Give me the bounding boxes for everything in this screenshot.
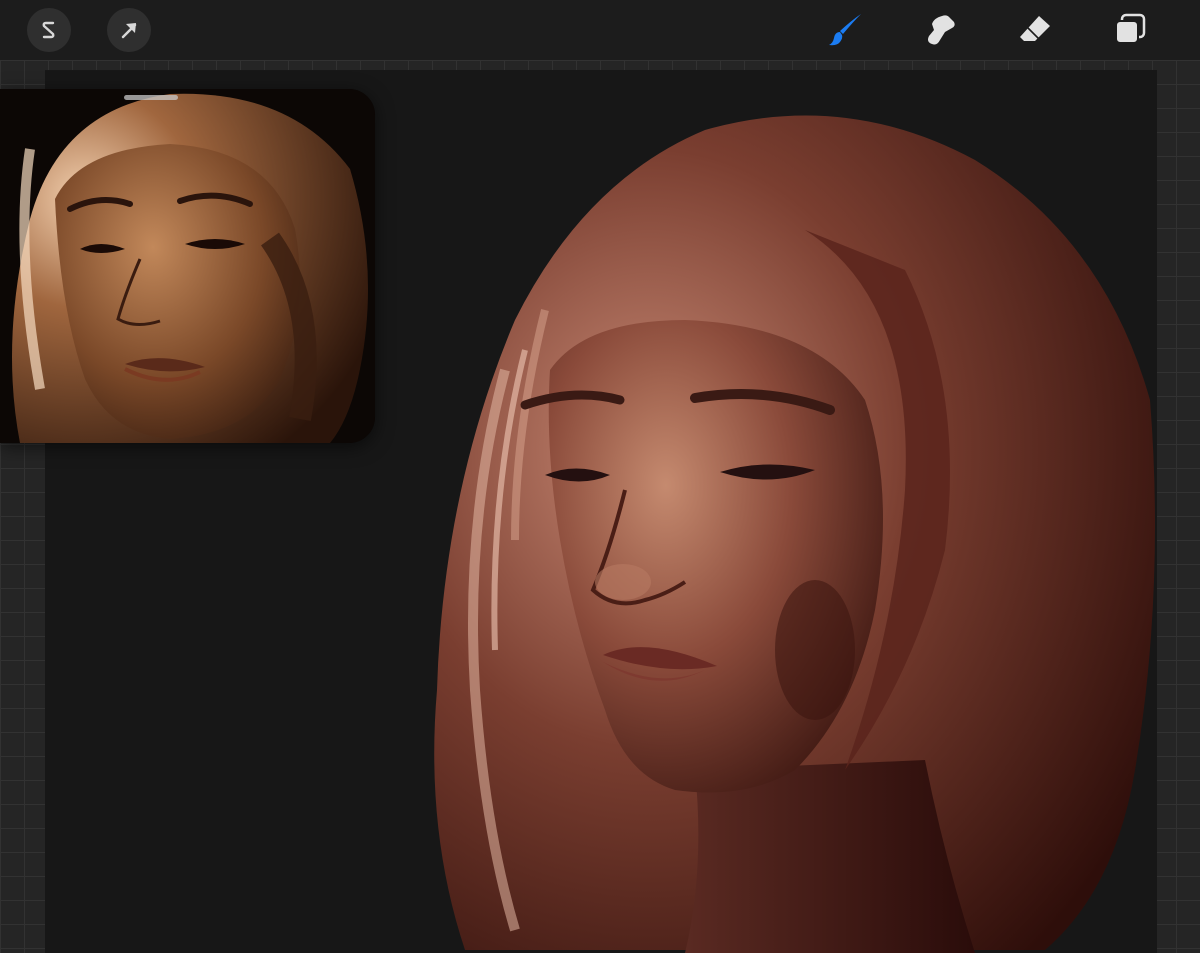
reference-photo — [0, 89, 375, 443]
selection-button[interactable] — [107, 8, 151, 52]
arrow-cursor-icon — [121, 23, 137, 39]
brush-tool-button[interactable] — [823, 8, 867, 52]
brush-icon — [829, 14, 861, 46]
eraser-tool-button[interactable] — [1013, 8, 1057, 52]
eraser-icon — [1020, 16, 1050, 41]
layers-icon — [1115, 13, 1146, 44]
reference-window[interactable] — [0, 89, 375, 443]
wrench-s-icon — [42, 21, 55, 39]
smudge-tool-button[interactable] — [918, 8, 962, 52]
reference-drag-handle[interactable] — [124, 95, 178, 100]
settings-button[interactable] — [27, 8, 71, 52]
workspace — [0, 60, 1200, 953]
layers-button[interactable] — [1108, 8, 1152, 52]
top-toolbar — [0, 0, 1200, 60]
smudge-icon — [928, 15, 955, 45]
